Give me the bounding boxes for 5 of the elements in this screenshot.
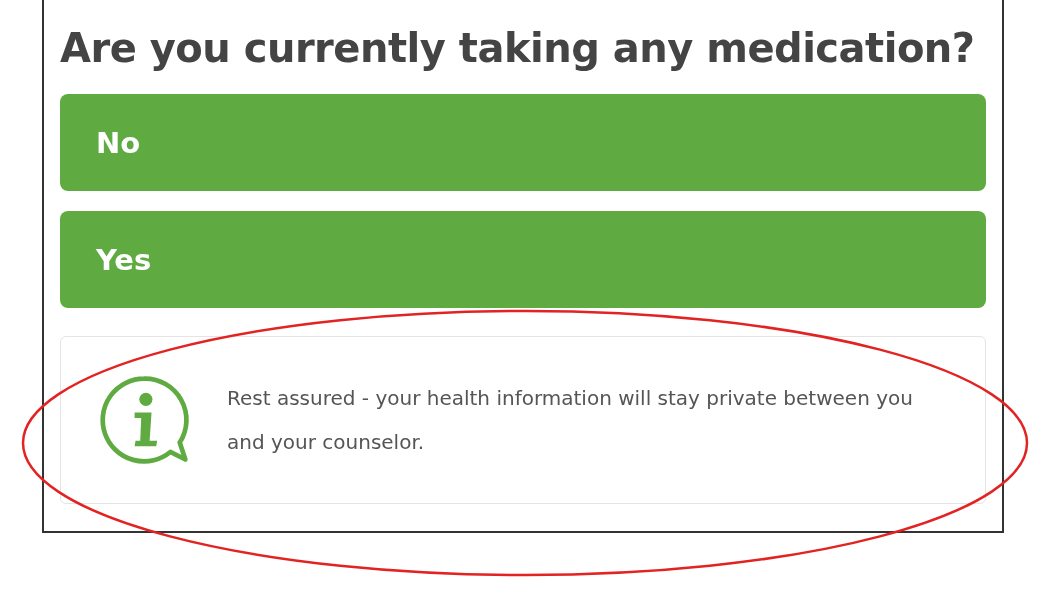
privacy-note: Rest assured - your health information will stay private between you and your counselor. [227, 385, 914, 456]
answer-button[interactable]: No [60, 94, 986, 191]
question-title: Are you currently taking any medication? [60, 24, 976, 73]
answer-button[interactable]: Yes [60, 211, 986, 308]
info-icon [97, 373, 191, 467]
